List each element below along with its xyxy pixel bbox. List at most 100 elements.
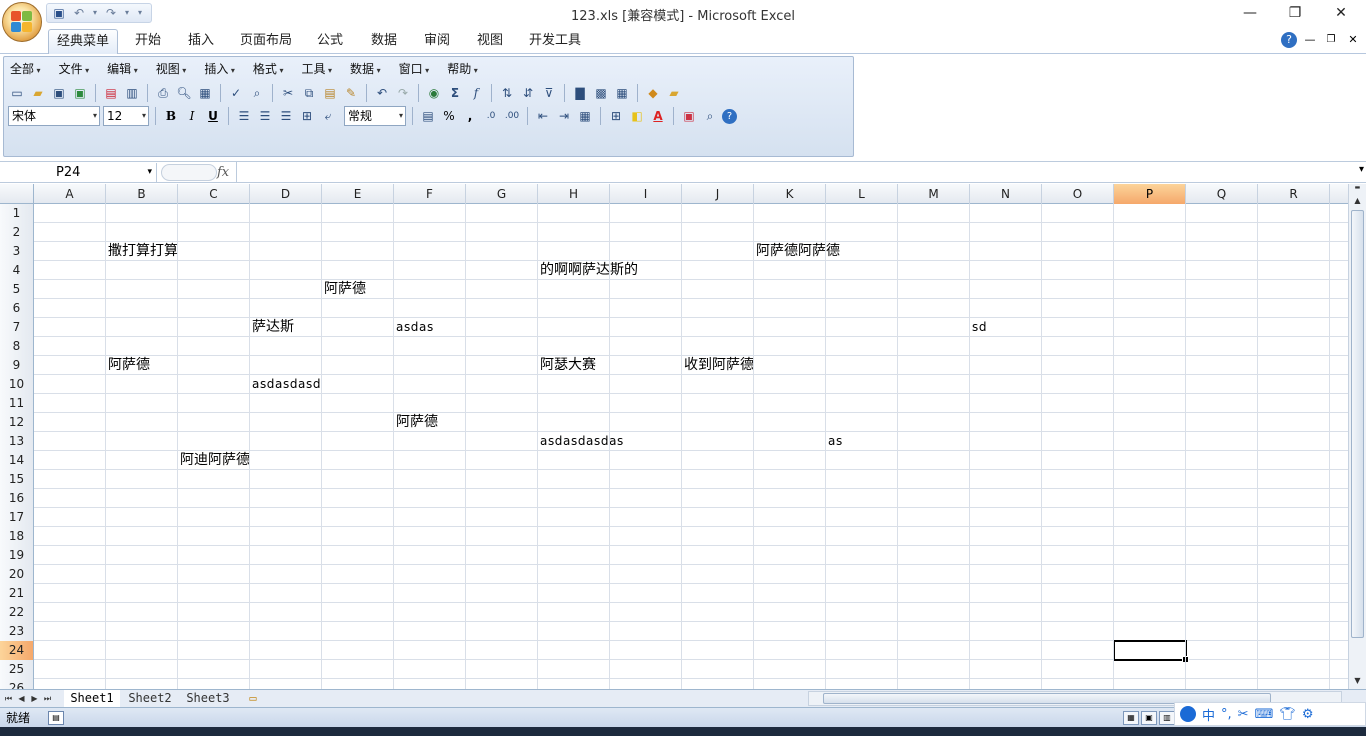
first-sheet-icon[interactable]: ⏮ — [3, 691, 14, 706]
name-box[interactable]: P24 ▾ — [2, 163, 157, 182]
row-header-16[interactable]: 16 — [0, 489, 34, 508]
normal-view-icon[interactable]: ▦ — [1123, 711, 1139, 725]
menu-edit[interactable]: 编辑 — [101, 59, 144, 79]
column-header-d[interactable]: D — [250, 184, 322, 204]
save-icon[interactable]: ▣ — [50, 84, 68, 102]
folder-icon[interactable]: ▰ — [665, 84, 683, 102]
scissors-icon[interactable]: ✂ — [1238, 707, 1249, 722]
ribbon-minimize-icon[interactable]: — — [1302, 32, 1318, 48]
cut-icon[interactable]: ✂ — [279, 84, 297, 102]
column-header-h[interactable]: H — [538, 184, 610, 204]
pivot-icon[interactable]: ▩ — [592, 84, 610, 102]
cell-e5[interactable]: 阿萨德 — [322, 280, 366, 299]
bold-icon[interactable]: B — [162, 107, 180, 125]
row-header-24[interactable]: 24 — [0, 641, 34, 660]
italic-icon[interactable]: I — [183, 107, 201, 125]
decrease-indent-icon[interactable]: ⇤ — [534, 107, 552, 125]
percent-button[interactable]: % — [440, 107, 458, 125]
office-button[interactable] — [2, 2, 42, 42]
format-painter-icon[interactable]: ✎ — [342, 84, 360, 102]
row-header-4[interactable]: 4 — [0, 261, 34, 280]
column-header-n[interactable]: N — [970, 184, 1042, 204]
row-header-21[interactable]: 21 — [0, 584, 34, 603]
sheet-tab-sheet3[interactable]: Sheet3 — [180, 690, 236, 707]
sort-ascending-icon[interactable]: ⇅ — [498, 84, 516, 102]
table-icon[interactable]: ▦ — [613, 84, 631, 102]
keyboard-icon[interactable]: ⌨ — [1255, 707, 1274, 722]
tab-classic-menu[interactable]: 经典菜单 — [48, 29, 118, 54]
row-header-19[interactable]: 19 — [0, 546, 34, 565]
print-icon[interactable]: ⎙ — [154, 84, 172, 102]
fill-color-icon[interactable]: ◧ — [628, 107, 646, 125]
scroll-up-icon[interactable]: ▲ — [1350, 193, 1365, 209]
cell-d7[interactable]: 萨达斯 — [250, 318, 294, 337]
menu-file[interactable]: 文件 — [53, 59, 96, 79]
sheet-tab-sheet2[interactable]: Sheet2 — [122, 690, 178, 707]
paste-icon[interactable]: ▤ — [321, 84, 339, 102]
sheet-tab-sheet1[interactable]: Sheet1 — [64, 690, 120, 707]
cell-j9[interactable]: 收到阿萨德 — [682, 356, 754, 375]
column-header-q[interactable]: Q — [1186, 184, 1258, 204]
ribbon-restore-icon[interactable]: ❐ — [1323, 32, 1339, 48]
decrease-decimal-icon[interactable]: .00 — [503, 107, 521, 125]
open-icon[interactable]: ▰ — [29, 84, 47, 102]
currency-icon[interactable]: ▤ — [419, 107, 437, 125]
cell-n7[interactable]: sd — [970, 318, 987, 337]
menu-format[interactable]: 格式 — [247, 59, 290, 79]
row-header-11[interactable]: 11 — [0, 394, 34, 413]
tab-review[interactable]: 审阅 — [414, 29, 460, 54]
cell-h4[interactable]: 的啊啊萨达斯的 — [538, 261, 638, 280]
tab-developer[interactable]: 开发工具 — [521, 29, 589, 54]
last-sheet-icon[interactable]: ⏭ — [42, 691, 53, 706]
comma-button[interactable]: , — [461, 107, 479, 125]
column-header-p[interactable]: P — [1114, 184, 1186, 204]
row-header-1[interactable]: 1 — [0, 204, 34, 223]
help-icon[interactable]: ? — [1281, 32, 1297, 48]
cell-f12[interactable]: 阿萨德 — [394, 413, 438, 432]
cell-f7[interactable]: asdas — [394, 318, 434, 337]
vertical-scrollbar[interactable]: ▬ ▲ ▼ — [1348, 184, 1366, 689]
row-header-13[interactable]: 13 — [0, 432, 34, 451]
column-header-l[interactable]: L — [826, 184, 898, 204]
page-setup-icon[interactable]: ▦ — [196, 84, 214, 102]
page-layout-view-icon[interactable]: ▣ — [1141, 711, 1157, 725]
menu-view[interactable]: 视图 — [150, 59, 193, 79]
ribbon-close-icon[interactable]: ✕ — [1345, 32, 1361, 48]
punctuation-icon[interactable]: °, — [1221, 707, 1232, 722]
cell-l13[interactable]: as — [826, 432, 843, 451]
column-header-j[interactable]: J — [682, 184, 754, 204]
research-icon[interactable]: ⌕ — [248, 84, 266, 102]
undo-icon[interactable]: ↶ — [373, 84, 391, 102]
conditional-format-icon[interactable]: ▣ — [680, 107, 698, 125]
scroll-down-icon[interactable]: ▼ — [1350, 673, 1365, 689]
split-box-icon[interactable]: ▬ — [1350, 184, 1365, 192]
align-left-icon[interactable]: ☰ — [235, 107, 253, 125]
column-header-o[interactable]: O — [1042, 184, 1114, 204]
insert-sheet-icon[interactable]: ▭ — [240, 690, 266, 707]
row-header-2[interactable]: 2 — [0, 223, 34, 242]
row-header-7[interactable]: 7 — [0, 318, 34, 337]
formula-input[interactable] — [236, 162, 1348, 182]
cell-c14[interactable]: 阿迪阿萨德 — [178, 451, 250, 470]
menu-insert[interactable]: 插入 — [198, 59, 241, 79]
page-break-view-icon[interactable]: ▥ — [1159, 711, 1175, 725]
chart-icon[interactable]: ▇ — [571, 84, 589, 102]
cell-d10[interactable]: asdasdasd — [250, 375, 321, 394]
cell-styles-icon[interactable]: ▦ — [576, 107, 594, 125]
menu-tools[interactable]: 工具 — [295, 59, 338, 79]
row-header-23[interactable]: 23 — [0, 622, 34, 641]
sort-descending-icon[interactable]: ⇵ — [519, 84, 537, 102]
number-format-select[interactable]: 常规 ▾ — [344, 106, 406, 126]
row-header-15[interactable]: 15 — [0, 470, 34, 489]
font-color-icon[interactable]: A — [649, 107, 667, 125]
cell-h13[interactable]: asdasdasdas — [538, 432, 624, 451]
column-header-r[interactable]: R — [1258, 184, 1330, 204]
row-header-18[interactable]: 18 — [0, 527, 34, 546]
worksheet-grid[interactable]: ABCDEFGHIJKLMNOPQR 1 2 3 4 5 6 7 8 9 10 11 12 13 14 15… — [0, 184, 1348, 689]
align-center-icon[interactable]: ☰ — [256, 107, 274, 125]
column-header-i[interactable]: I — [610, 184, 682, 204]
macro-record-icon[interactable]: ▤ — [48, 711, 64, 725]
select-all-corner[interactable] — [0, 184, 34, 204]
row-header-12[interactable]: 12 — [0, 413, 34, 432]
borders-icon[interactable]: ⊞ — [607, 107, 625, 125]
